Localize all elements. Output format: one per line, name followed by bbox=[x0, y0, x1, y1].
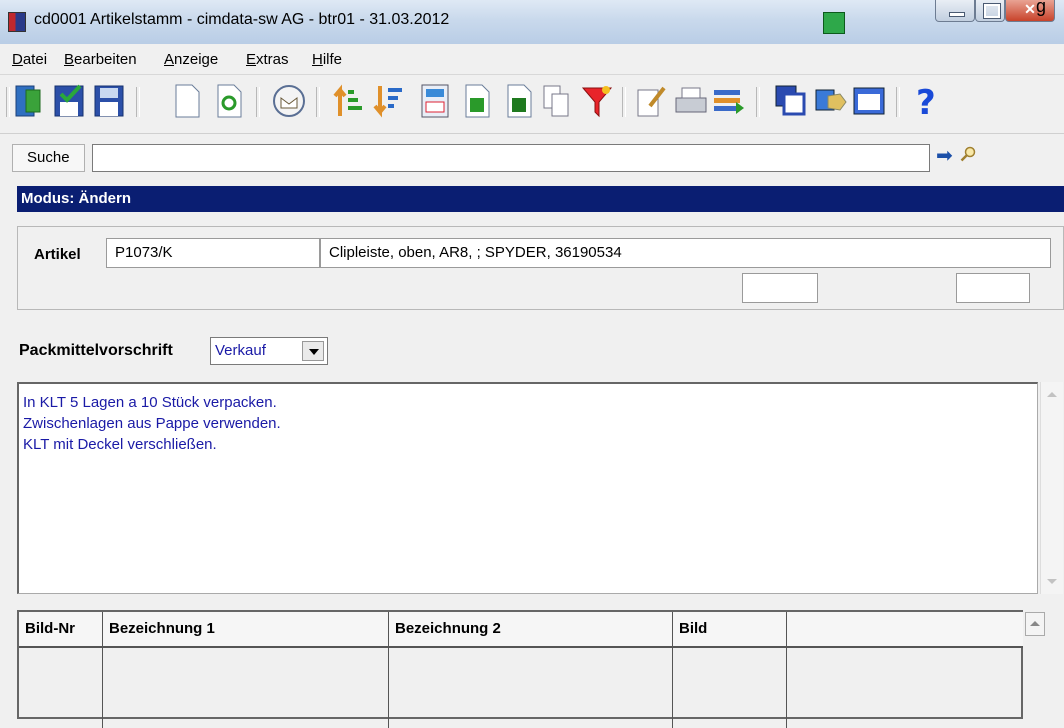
new-document-icon[interactable] bbox=[170, 82, 204, 120]
artikel-description-field[interactable]: Clipleiste, oben, AR8, ; SPYDER, 3619053… bbox=[320, 238, 1051, 268]
search-input[interactable] bbox=[92, 144, 930, 172]
column-header-bild[interactable]: Bild bbox=[673, 612, 787, 646]
menu-anzeige[interactable]: Anzeige bbox=[164, 51, 218, 68]
app-icon bbox=[8, 12, 26, 32]
exit-icon[interactable] bbox=[12, 82, 46, 120]
close-icon: ✕ bbox=[1024, 1, 1036, 17]
scroll-down-icon[interactable] bbox=[1047, 579, 1057, 584]
menu-bar: Datei Bearbeiten Anzeige Extras Hilfe bbox=[0, 44, 1064, 75]
menu-datei[interactable]: Datei bbox=[12, 51, 47, 68]
sort-ascending-icon[interactable] bbox=[332, 82, 366, 120]
minimize-button[interactable] bbox=[935, 0, 975, 22]
table-cell[interactable] bbox=[673, 648, 787, 728]
memo-line: KLT mit Deckel verschließen. bbox=[23, 436, 217, 453]
column-header-bild-nr[interactable]: Bild-Nr bbox=[19, 612, 103, 646]
svg-text:?: ? bbox=[916, 83, 936, 120]
mail-icon[interactable] bbox=[272, 82, 306, 120]
list-icon[interactable] bbox=[712, 82, 746, 120]
packmittel-selected-value: Verkauf bbox=[215, 342, 266, 359]
toolbar-separator bbox=[316, 87, 320, 117]
menu-hilfe[interactable]: Hilfe bbox=[312, 51, 342, 68]
table-cell[interactable] bbox=[389, 648, 673, 728]
column-header-bezeichnung-1[interactable]: Bezeichnung 1 bbox=[103, 612, 389, 646]
refresh-icon[interactable] bbox=[212, 82, 246, 120]
copy-icon[interactable] bbox=[540, 82, 574, 120]
corner-text: g bbox=[1036, 0, 1047, 16]
network-status-icon bbox=[823, 12, 845, 34]
help-icon[interactable]: ? bbox=[910, 82, 944, 120]
save-icon[interactable] bbox=[92, 82, 126, 120]
image-table: Bild-Nr Bezeichnung 1 Bezeichnung 2 Bild bbox=[17, 610, 1023, 728]
print-icon[interactable] bbox=[674, 82, 708, 120]
arrow-right-icon[interactable]: ➡ bbox=[936, 146, 953, 166]
toolbar: ? bbox=[0, 75, 1064, 134]
packmittel-label: Packmittelvorschrift bbox=[19, 342, 173, 359]
artikel-extra-field-1[interactable] bbox=[742, 273, 818, 303]
packmittel-select[interactable]: Verkauf bbox=[210, 337, 328, 365]
windows-icon[interactable] bbox=[774, 82, 808, 120]
mode-header: Modus: Ändern bbox=[17, 186, 1064, 212]
table-scroll-up-button[interactable] bbox=[1025, 612, 1045, 636]
artikel-label: Artikel bbox=[34, 246, 81, 263]
artikel-extra-field-2[interactable] bbox=[956, 273, 1030, 303]
title-bar: cd0001 Artikelstamm - cimdata-sw AG - bt… bbox=[0, 0, 1064, 44]
toolbar-separator bbox=[6, 87, 10, 117]
menu-bearbeiten[interactable]: Bearbeiten bbox=[64, 51, 137, 68]
memo-line: Zwischenlagen aus Pappe verwenden. bbox=[23, 415, 281, 432]
toolbar-separator bbox=[136, 87, 140, 117]
toolbar-separator bbox=[896, 87, 900, 117]
sort-descending-icon[interactable] bbox=[372, 82, 406, 120]
toolbar-separator bbox=[256, 87, 260, 117]
memo-scrollbar[interactable] bbox=[1040, 382, 1063, 594]
close-button[interactable]: ✕ bbox=[1005, 0, 1055, 22]
chevron-down-icon[interactable] bbox=[302, 341, 324, 361]
export-icon[interactable] bbox=[460, 82, 494, 120]
table-cell[interactable] bbox=[19, 648, 103, 728]
save-close-icon[interactable] bbox=[52, 82, 86, 120]
filter-icon[interactable] bbox=[580, 82, 614, 120]
column-header-bezeichnung-2[interactable]: Bezeichnung 2 bbox=[389, 612, 673, 646]
table-header: Bild-Nr Bezeichnung 1 Bezeichnung 2 Bild bbox=[19, 612, 1023, 648]
menu-extras[interactable]: Extras bbox=[246, 51, 289, 68]
artikel-code-field[interactable]: P1073/K bbox=[106, 238, 320, 268]
window-title: cd0001 Artikelstamm - cimdata-sw AG - bt… bbox=[34, 11, 450, 28]
packing-instructions-textarea[interactable]: In KLT 5 Lagen a 10 Stück verpacken. Zwi… bbox=[17, 382, 1038, 594]
memo-line: In KLT 5 Lagen a 10 Stück verpacken. bbox=[23, 394, 277, 411]
column-header-empty[interactable] bbox=[787, 612, 1023, 646]
toolbar-separator bbox=[756, 87, 760, 117]
search-row: Suche ➡ bbox=[0, 134, 1064, 178]
tag-icon[interactable] bbox=[814, 82, 848, 120]
edit-icon[interactable] bbox=[634, 82, 668, 120]
calculator-icon[interactable] bbox=[418, 82, 452, 120]
search-icon[interactable] bbox=[960, 146, 976, 162]
search-label: Suche bbox=[12, 144, 85, 172]
excel-icon[interactable] bbox=[502, 82, 536, 120]
grid-icon[interactable] bbox=[852, 82, 886, 120]
scroll-up-icon[interactable] bbox=[1047, 392, 1057, 397]
toolbar-separator bbox=[622, 87, 626, 117]
table-cell[interactable] bbox=[103, 648, 389, 728]
maximize-button[interactable] bbox=[975, 0, 1005, 22]
